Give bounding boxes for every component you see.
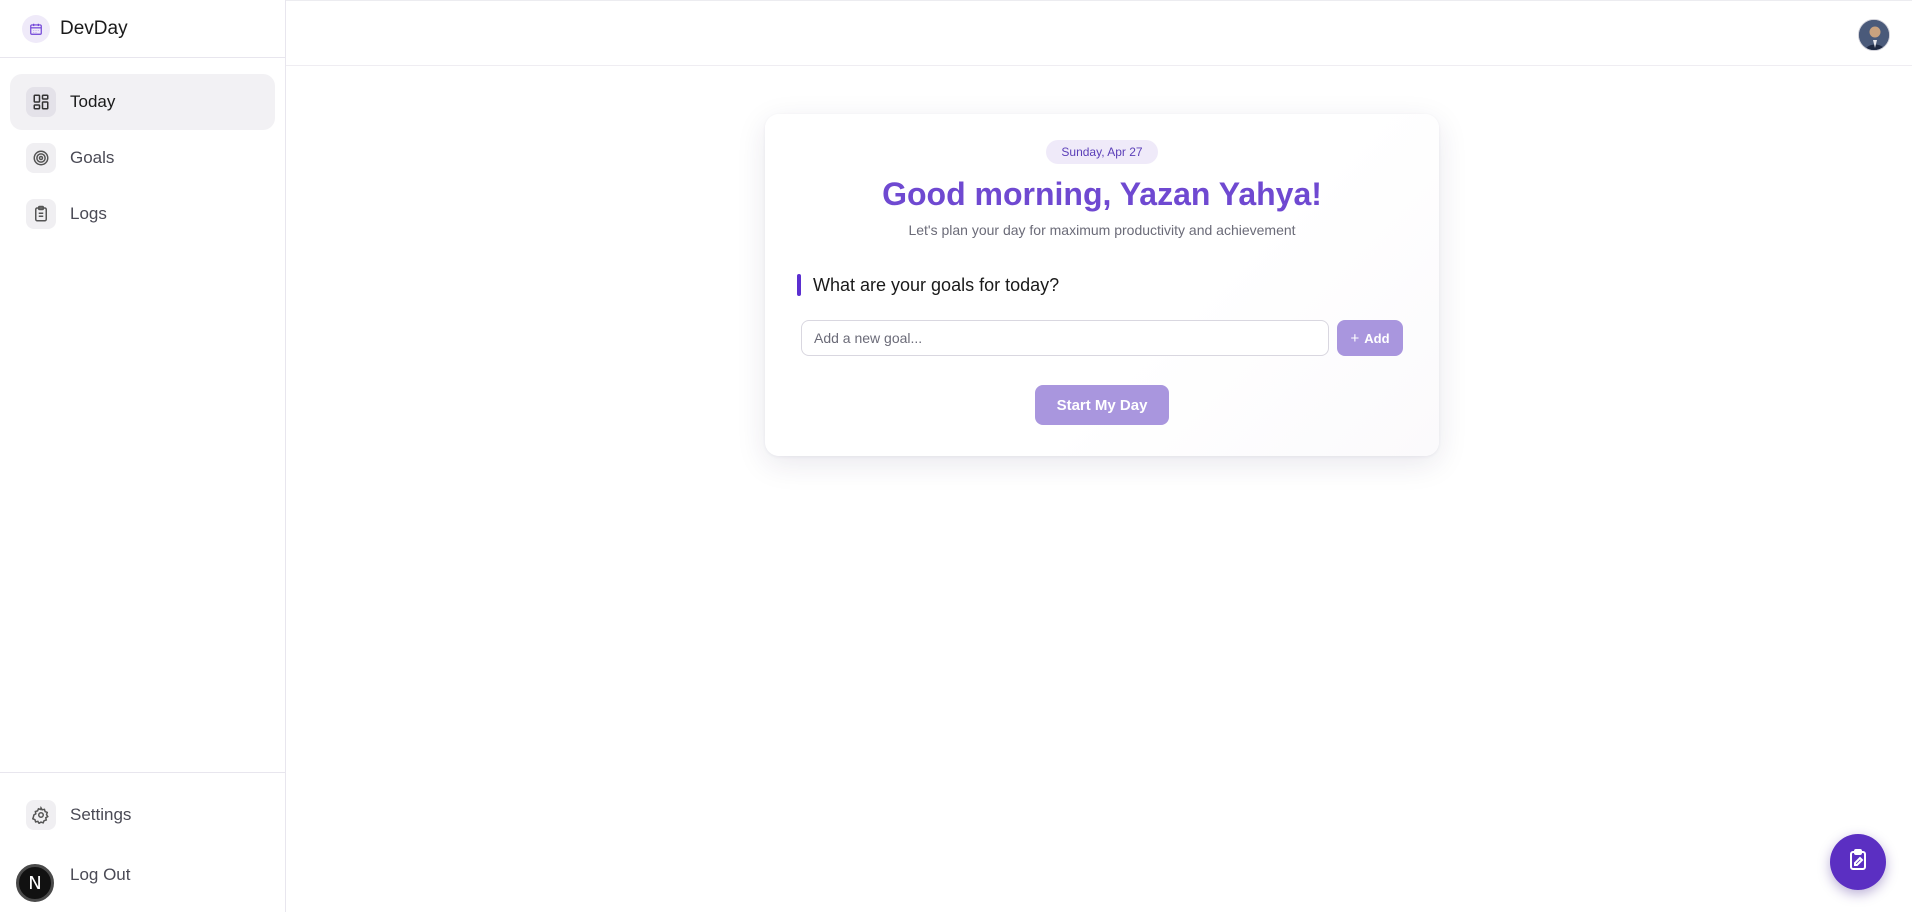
sidebar-item-today[interactable]: Today: [10, 74, 275, 130]
sidebar: DevDay Today Goals Logs Settings Log Out…: [0, 0, 286, 912]
heading-accent-bar: [797, 274, 801, 296]
greeting-subtitle: Let's plan your day for maximum producti…: [908, 222, 1296, 238]
brand-name: DevDay: [60, 17, 128, 39]
sidebar-footer: Settings Log Out N: [0, 772, 285, 912]
new-goal-input[interactable]: [801, 320, 1329, 356]
settings-label: Settings: [70, 805, 132, 824]
clipboard-edit-icon: [1846, 848, 1870, 877]
sidebar-nav: Today Goals Logs: [0, 58, 285, 242]
sidebar-item-label: Goals: [70, 148, 115, 167]
settings-button[interactable]: Settings: [10, 793, 275, 837]
app-root: DevDay Today Goals Logs Settings Log Out…: [0, 0, 1912, 912]
clipboard-list-icon: [26, 199, 56, 229]
add-goal-button[interactable]: + Add: [1337, 320, 1403, 356]
sidebar-item-label: Today: [70, 92, 116, 111]
add-goal-label: Add: [1364, 330, 1390, 346]
quick-log-button[interactable]: [1830, 834, 1886, 890]
logout-label: Log Out: [70, 865, 131, 884]
next-logo-icon[interactable]: N: [16, 864, 54, 902]
plan-day-card: Sunday, Apr 27 Good morning, Yazan Yahya…: [765, 114, 1439, 456]
sidebar-item-logs[interactable]: Logs: [10, 186, 275, 242]
start-my-day-button[interactable]: Start My Day: [1035, 385, 1169, 425]
sidebar-item-label: Logs: [70, 204, 107, 223]
calendar-icon: [22, 14, 50, 43]
topbar: [286, 0, 1912, 66]
greeting-title: Good morning, Yazan Yahya!: [882, 176, 1322, 212]
brand[interactable]: DevDay: [0, 0, 285, 58]
plus-icon: +: [1350, 329, 1360, 347]
user-avatar[interactable]: [1858, 19, 1890, 51]
gear-icon: [26, 800, 56, 830]
goals-heading: What are your goals for today?: [797, 274, 1059, 296]
goals-heading-text: What are your goals for today?: [813, 274, 1060, 295]
target-icon: [26, 143, 56, 173]
date-badge: Sunday, Apr 27: [1046, 140, 1158, 164]
sidebar-item-goals[interactable]: Goals: [10, 130, 275, 186]
dashboard-icon: [26, 87, 56, 117]
